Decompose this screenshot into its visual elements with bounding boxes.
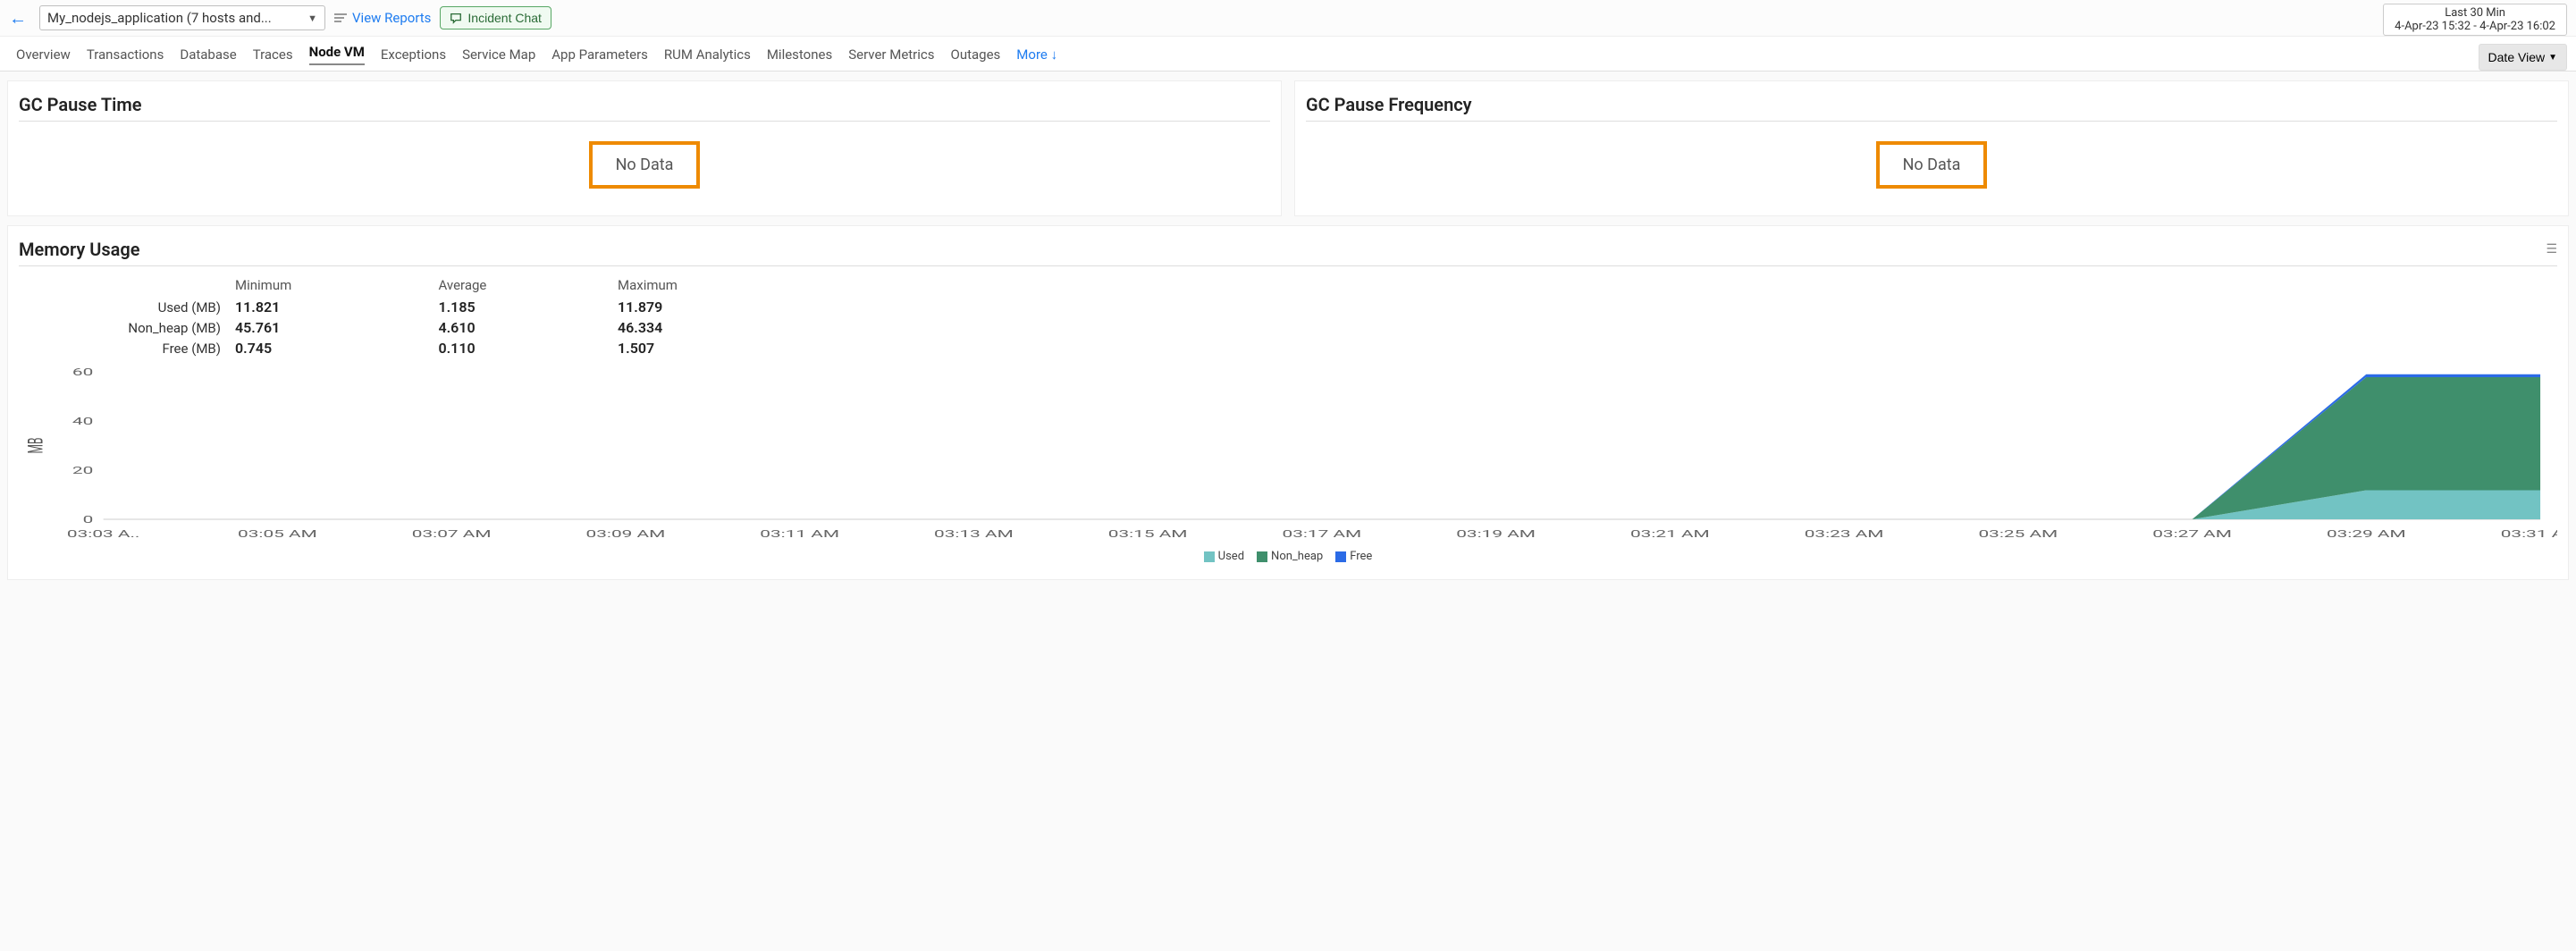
svg-text:03:29 AM: 03:29 AM — [2327, 529, 2406, 541]
tab-traces[interactable]: Traces — [253, 46, 293, 63]
gc-pause-frequency-panel: GC Pause Frequency No Data — [1294, 80, 2569, 216]
svg-text:03:25 AM: 03:25 AM — [1978, 529, 2058, 541]
tab-service-map[interactable]: Service Map — [462, 46, 535, 63]
col-max: Maximum — [610, 274, 823, 297]
table-row: Non_heap (MB) 45.761 4.610 46.334 — [19, 317, 823, 338]
gc-panels-row: GC Pause Time No Data GC Pause Frequency… — [7, 80, 2569, 216]
tab-transactions[interactable]: Transactions — [87, 46, 164, 63]
cell-min: 0.745 — [228, 338, 431, 358]
view-reports-link[interactable]: View Reports — [334, 10, 431, 26]
caret-down-icon: ▼ — [2548, 53, 2557, 63]
panel-title: GC Pause Time — [19, 88, 1270, 121]
svg-text:03:15 AM: 03:15 AM — [1108, 529, 1188, 541]
cell-min: 11.821 — [228, 297, 431, 317]
legend-item[interactable]: Non_heap — [1257, 550, 1323, 563]
list-icon — [334, 13, 347, 22]
svg-text:03:11 AM: 03:11 AM — [760, 529, 839, 541]
no-data-badge: No Data — [589, 141, 701, 189]
incident-chat-button[interactable]: Incident Chat — [440, 6, 551, 29]
gc-pause-time-panel: GC Pause Time No Data — [7, 80, 1282, 216]
tab-server-metrics[interactable]: Server Metrics — [848, 46, 934, 63]
cell-max: 11.879 — [610, 297, 823, 317]
cell-max: 1.507 — [610, 338, 823, 358]
col-avg: Average — [431, 274, 610, 297]
svg-text:03:23 AM: 03:23 AM — [1805, 529, 1884, 541]
svg-text:03:09 AM: 03:09 AM — [586, 529, 666, 541]
svg-text:03:13 AM: 03:13 AM — [934, 529, 1014, 541]
svg-text:03:05 AM: 03:05 AM — [238, 529, 317, 541]
legend-item[interactable]: Free — [1335, 550, 1372, 563]
row-label: Non_heap (MB) — [19, 317, 228, 338]
svg-text:03:31 AM: 03:31 AM — [2501, 529, 2557, 541]
svg-text:03:21 AM: 03:21 AM — [1630, 529, 1710, 541]
caret-down-icon: ▼ — [307, 13, 317, 24]
legend-swatch — [1335, 551, 1346, 562]
app-selector-label: My_nodejs_application (7 hosts and... — [47, 10, 272, 26]
tab-more[interactable]: More ↓ — [1016, 46, 1057, 63]
tab-outages[interactable]: Outages — [951, 46, 1001, 63]
cell-avg: 0.110 — [431, 338, 610, 358]
date-view-button[interactable]: Date View ▼ — [2479, 44, 2567, 71]
tab-exceptions[interactable]: Exceptions — [381, 46, 446, 63]
cell-avg: 4.610 — [431, 317, 610, 338]
no-data-badge: No Data — [1876, 141, 1988, 189]
app-selector-dropdown[interactable]: My_nodejs_application (7 hosts and... ▼ — [39, 5, 325, 30]
time-range-label: 4-Apr-23 15:32 - 4-Apr-23 16:02 — [2395, 20, 2555, 33]
svg-text:03:07 AM: 03:07 AM — [412, 529, 492, 541]
tabs-row: Overview Transactions Database Traces Node V… — [0, 37, 2576, 72]
legend-swatch — [1257, 551, 1267, 562]
svg-text:40: 40 — [72, 417, 93, 428]
memory-chart: 0 20 40 60 MB 03:03 A.. 03:05 AM 03:07 AM 03:09 … — [19, 367, 2557, 563]
tab-milestones[interactable]: Milestones — [767, 46, 832, 63]
content-area: GC Pause Time No Data GC Pause Frequency… — [0, 72, 2576, 589]
incident-chat-label: Incident Chat — [467, 11, 542, 25]
panel-menu-icon[interactable]: ☰ — [2546, 242, 2557, 257]
tab-database[interactable]: Database — [180, 46, 236, 63]
time-preset-label: Last 30 Min — [2445, 6, 2505, 20]
svg-text:03:03 A..: 03:03 A.. — [67, 529, 140, 541]
date-view-label: Date View — [2488, 50, 2546, 64]
col-min: Minimum — [228, 274, 431, 297]
topbar: ← My_nodejs_application (7 hosts and... … — [0, 0, 2576, 37]
row-label: Free (MB) — [19, 338, 228, 358]
view-reports-label: View Reports — [352, 10, 431, 26]
legend-label: Used — [1218, 550, 1244, 563]
svg-text:0: 0 — [83, 515, 94, 526]
legend-swatch — [1204, 551, 1215, 562]
tab-overview[interactable]: Overview — [16, 46, 71, 63]
svg-text:03:19 AM: 03:19 AM — [1456, 529, 1536, 541]
tab-app-parameters[interactable]: App Parameters — [551, 46, 648, 63]
svg-text:MB: MB — [24, 438, 47, 454]
row-label: Used (MB) — [19, 297, 228, 317]
cell-avg: 1.185 — [431, 297, 610, 317]
svg-text:20: 20 — [72, 466, 93, 477]
cell-min: 45.761 — [228, 317, 431, 338]
legend-label: Free — [1350, 550, 1372, 563]
legend-item[interactable]: Used — [1204, 550, 1244, 563]
topbar-right: Last 30 Min 4-Apr-23 15:32 - 4-Apr-23 16… — [2383, 4, 2567, 36]
svg-text:60: 60 — [72, 367, 93, 378]
panel-title: Memory Usage — [19, 233, 140, 265]
memory-stats-table: Minimum Average Maximum Used (MB) 11.821… — [19, 274, 823, 358]
chat-icon — [450, 12, 462, 24]
tab-rum-analytics[interactable]: RUM Analytics — [664, 46, 751, 63]
memory-usage-panel: Memory Usage ☰ Minimum Average Maximum U… — [7, 225, 2569, 580]
chart-legend: Used Non_heap Free — [19, 550, 2557, 563]
tabs-right-controls: Date View ▼ — [2479, 40, 2567, 71]
legend-label: Non_heap — [1271, 550, 1323, 563]
panel-title: GC Pause Frequency — [1306, 88, 2557, 121]
table-row: Used (MB) 11.821 1.185 11.879 — [19, 297, 823, 317]
time-range-selector[interactable]: Last 30 Min 4-Apr-23 15:32 - 4-Apr-23 16… — [2383, 4, 2567, 36]
tab-node-vm[interactable]: Node VM — [309, 44, 365, 65]
svg-text:03:27 AM: 03:27 AM — [2152, 529, 2232, 541]
cell-max: 46.334 — [610, 317, 823, 338]
table-row: Free (MB) 0.745 0.110 1.507 — [19, 338, 823, 358]
back-button[interactable]: ← — [5, 7, 30, 29]
svg-text:03:17 AM: 03:17 AM — [1283, 529, 1362, 541]
